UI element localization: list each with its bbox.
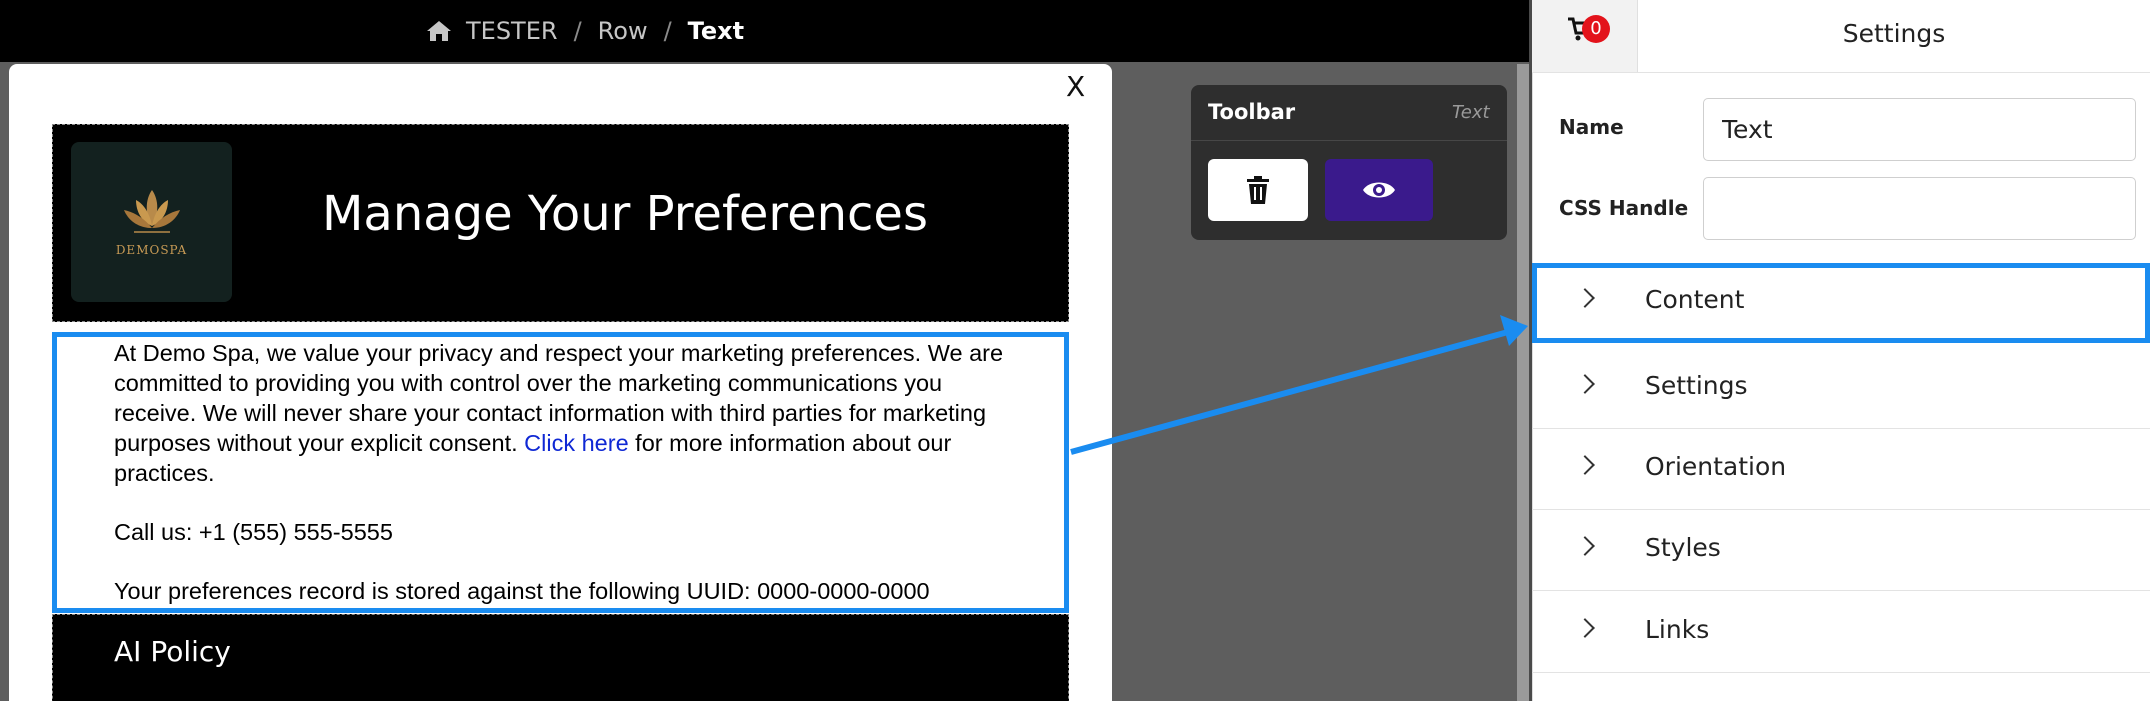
preview-button[interactable] <box>1325 159 1433 221</box>
toolbar-divider <box>1191 140 1507 141</box>
name-label: Name <box>1559 115 1624 139</box>
section-links[interactable]: Links <box>1532 593 2150 673</box>
name-input[interactable] <box>1703 98 2136 161</box>
cart-count-badge: 0 <box>1582 15 1610 43</box>
toolbar-element-type: Text <box>1452 102 1490 123</box>
click-here-link[interactable]: Click here <box>524 430 628 456</box>
settings-title: Settings <box>1842 19 1946 48</box>
breadcrumb-separator: / <box>663 17 672 45</box>
phone-line: Call us: +1 (555) 555-5555 <box>114 519 393 545</box>
css-handle-input[interactable] <box>1703 177 2136 240</box>
home-icon[interactable] <box>426 19 452 43</box>
email-header-title: Manage Your Preferences <box>322 186 928 242</box>
delete-button[interactable] <box>1208 159 1308 221</box>
section-label: Orientation <box>1645 452 1787 481</box>
css-handle-label: CSS Handle <box>1559 196 1689 220</box>
breadcrumb-item-row[interactable]: Row <box>598 17 648 45</box>
close-modal-button[interactable]: X <box>1066 70 1085 103</box>
lotus-icon <box>124 190 180 233</box>
spa-logo: DEMOSPA <box>71 142 232 302</box>
section-styles[interactable]: Styles <box>1532 511 2150 591</box>
text-block-content[interactable]: At Demo Spa, we value your privacy and r… <box>114 338 1014 606</box>
logo-text: DEMOSPA <box>115 243 188 257</box>
chevron-right-icon <box>1575 288 1595 308</box>
section-label: Styles <box>1645 533 1721 562</box>
top-bar <box>0 0 1532 62</box>
chevron-right-icon <box>1575 618 1595 638</box>
ai-policy-link[interactable]: AI Policy <box>114 635 231 668</box>
privacy-paragraph: At Demo Spa, we value your privacy and r… <box>114 338 1014 488</box>
section-label: Content <box>1645 285 1745 314</box>
section-settings[interactable]: Settings <box>1532 349 2150 429</box>
section-orientation[interactable]: Orientation <box>1532 430 2150 510</box>
chevron-right-icon <box>1575 374 1595 394</box>
uuid-line: Your preferences record is stored agains… <box>114 578 930 604</box>
toolbar-title: Toolbar <box>1208 100 1296 124</box>
chevron-right-icon <box>1575 536 1595 556</box>
breadcrumb-separator: / <box>573 17 582 45</box>
breadcrumb: TESTER / Row / Text <box>426 0 744 62</box>
breadcrumb-item-current: Text <box>687 17 745 45</box>
section-label: Links <box>1645 615 1710 644</box>
eye-icon <box>1363 182 1395 198</box>
section-content[interactable]: Content <box>1532 263 2150 343</box>
chevron-right-icon <box>1575 455 1595 475</box>
trash-icon <box>1247 176 1269 204</box>
breadcrumb-item-tester[interactable]: TESTER <box>466 17 558 45</box>
header-divider <box>1532 72 2150 73</box>
section-label: Settings <box>1645 371 1748 400</box>
